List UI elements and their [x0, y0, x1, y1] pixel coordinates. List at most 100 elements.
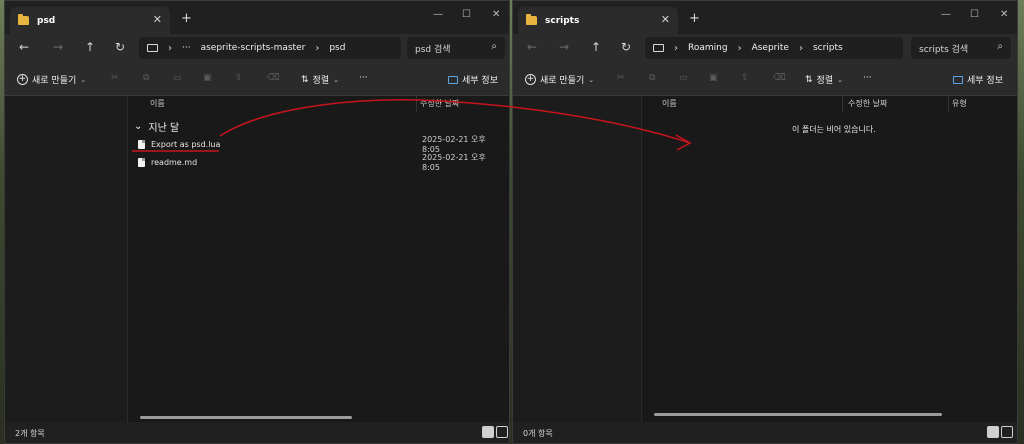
empty-folder-message: 이 폴더는 비어 있습니다. [792, 125, 876, 134]
paste-button[interactable]: ▭ [679, 73, 688, 83]
address-bar: ← → ↑ ↻ › Roaming › Aseprite › scripts s… [513, 34, 1017, 62]
up-button[interactable]: ↑ [85, 40, 95, 54]
column-divider[interactable] [948, 96, 949, 112]
chevron-right-icon: › [674, 42, 678, 54]
refresh-button[interactable]: ↻ [621, 40, 631, 54]
navigation-pane[interactable] [5, 96, 127, 422]
search-icon: ⌕ [491, 41, 497, 52]
tab-scripts[interactable]: scripts ✕ [518, 7, 678, 34]
horizontal-scrollbar[interactable] [654, 413, 942, 416]
column-header-type[interactable]: 유형 [952, 98, 967, 109]
breadcrumb-item[interactable]: Aseprite [752, 43, 789, 53]
delete-button[interactable]: ⌫ [267, 73, 280, 83]
column-header-modified[interactable]: 수정한 날짜 [848, 98, 887, 109]
column-header-name[interactable]: 이름 [662, 98, 677, 109]
breadcrumb-item[interactable]: aseprite-scripts-master [201, 43, 306, 53]
copy-icon: ⧉ [143, 73, 150, 83]
sort-icon: ⇅ [805, 74, 813, 85]
sort-button-label: 정렬 [312, 76, 330, 86]
plus-icon: + [525, 74, 536, 85]
details-view-button[interactable] [482, 426, 494, 438]
file-row[interactable]: Export as psd.lua 2025-02-21 오후 8:05 [138, 135, 501, 154]
file-name: readme.md [151, 157, 198, 167]
close-tab-icon[interactable]: ✕ [153, 13, 162, 26]
cut-button[interactable]: ✂ [111, 73, 119, 83]
group-header[interactable]: ⌄ 지난 달 [134, 119, 179, 134]
chevron-down-icon: ⌄ [333, 75, 339, 84]
column-divider[interactable] [842, 96, 843, 112]
details-view-button[interactable] [987, 426, 999, 438]
breadcrumb[interactable]: › ··· aseprite-scripts-master › psd [139, 37, 401, 59]
refresh-button[interactable]: ↻ [115, 40, 125, 54]
breadcrumb[interactable]: › Roaming › Aseprite › scripts [645, 37, 903, 59]
cut-button[interactable]: ✂ [617, 73, 625, 83]
item-count: 2개 항목 [15, 429, 45, 438]
maximize-button[interactable]: ☐ [970, 9, 979, 20]
column-divider[interactable] [416, 96, 417, 112]
command-bar: + 새로 만들기 ⌄ ✂ ⧉ ▭ ▣ ⇪ ⌫ ⇅ 정렬 ⌄ ··· 세부 정보 [513, 62, 1017, 96]
copy-button[interactable]: ⧉ [649, 73, 655, 83]
file-row[interactable]: readme.md 2025-02-21 오후 8:05 [138, 153, 501, 172]
horizontal-scrollbar[interactable] [140, 416, 352, 419]
folder-icon [18, 14, 29, 25]
breadcrumb-more[interactable]: ··· [182, 43, 191, 53]
status-bar: 0개 항목 [513, 422, 1017, 443]
back-button[interactable]: ← [527, 40, 537, 54]
sort-button[interactable]: ⇅ 정렬 ⌄ [805, 73, 843, 87]
close-window-button[interactable]: ✕ [1000, 9, 1008, 20]
copy-button[interactable]: ⧉ [143, 73, 149, 83]
pc-icon [653, 44, 664, 52]
details-pane-button[interactable]: 세부 정보 [448, 73, 498, 86]
search-input[interactable]: scripts 검색 ⌕ [911, 37, 1011, 59]
new-tab-button[interactable]: + [181, 11, 192, 26]
search-input[interactable]: psd 검색 ⌕ [407, 37, 505, 59]
new-button-label: 새로 만들기 [32, 76, 77, 86]
tiles-view-button[interactable] [1001, 426, 1013, 438]
rename-icon: ▣ [709, 73, 718, 83]
delete-button[interactable]: ⌫ [773, 73, 786, 83]
breadcrumb-item[interactable]: scripts [813, 43, 843, 53]
close-window-button[interactable]: ✕ [492, 9, 500, 20]
group-label: 지난 달 [148, 123, 180, 134]
breadcrumb-item[interactable]: Roaming [688, 43, 728, 53]
sort-button[interactable]: ⇅ 정렬 ⌄ [301, 73, 339, 87]
rename-button[interactable]: ▣ [203, 73, 212, 83]
file-icon [138, 157, 145, 167]
tiles-view-button[interactable] [496, 426, 508, 438]
forward-button[interactable]: → [559, 40, 569, 54]
minimize-button[interactable]: — [433, 9, 443, 20]
navigation-pane[interactable] [513, 96, 641, 422]
new-button[interactable]: + 새로 만들기 ⌄ [525, 73, 594, 86]
column-header-modified[interactable]: 수정한 날짜 [420, 98, 459, 109]
chevron-down-icon: ⌄ [588, 75, 595, 84]
more-button[interactable]: ··· [863, 73, 872, 83]
up-button[interactable]: ↑ [591, 40, 601, 54]
file-list[interactable]: 이름 수정한 날짜 ⌄ 지난 달 Export as psd.lua 2025-… [127, 96, 509, 422]
chevron-down-icon: ⌄ [80, 75, 87, 84]
file-modified: 2025-02-21 오후 8:05 [422, 135, 486, 154]
rename-button[interactable]: ▣ [709, 73, 718, 83]
chevron-right-icon: › [315, 42, 320, 54]
close-tab-icon[interactable]: ✕ [661, 13, 670, 26]
share-icon: ⇪ [235, 73, 243, 83]
new-button[interactable]: + 새로 만들기 ⌄ [17, 73, 86, 86]
file-list[interactable]: 이름 수정한 날짜 유형 이 폴더는 비어 있습니다. [641, 96, 1017, 422]
share-button[interactable]: ⇪ [741, 73, 749, 83]
cut-icon: ✂ [617, 73, 625, 83]
tab-bar: scripts ✕ + — ☐ ✕ [513, 1, 1017, 34]
new-tab-button[interactable]: + [689, 11, 700, 26]
maximize-button[interactable]: ☐ [462, 9, 471, 20]
pc-icon [147, 44, 158, 52]
share-button[interactable]: ⇪ [235, 73, 243, 83]
paste-button[interactable]: ▭ [173, 73, 182, 83]
details-pane-button[interactable]: 세부 정보 [953, 73, 1003, 86]
plus-icon: + [17, 74, 28, 85]
tab-psd[interactable]: psd ✕ [10, 7, 170, 34]
breadcrumb-item[interactable]: psd [329, 43, 345, 53]
minimize-button[interactable]: — [941, 9, 951, 20]
column-header-name[interactable]: 이름 [150, 98, 165, 109]
more-button[interactable]: ··· [359, 73, 368, 83]
chevron-right-icon: › [168, 42, 172, 54]
forward-button[interactable]: → [53, 40, 63, 54]
back-button[interactable]: ← [19, 40, 29, 54]
